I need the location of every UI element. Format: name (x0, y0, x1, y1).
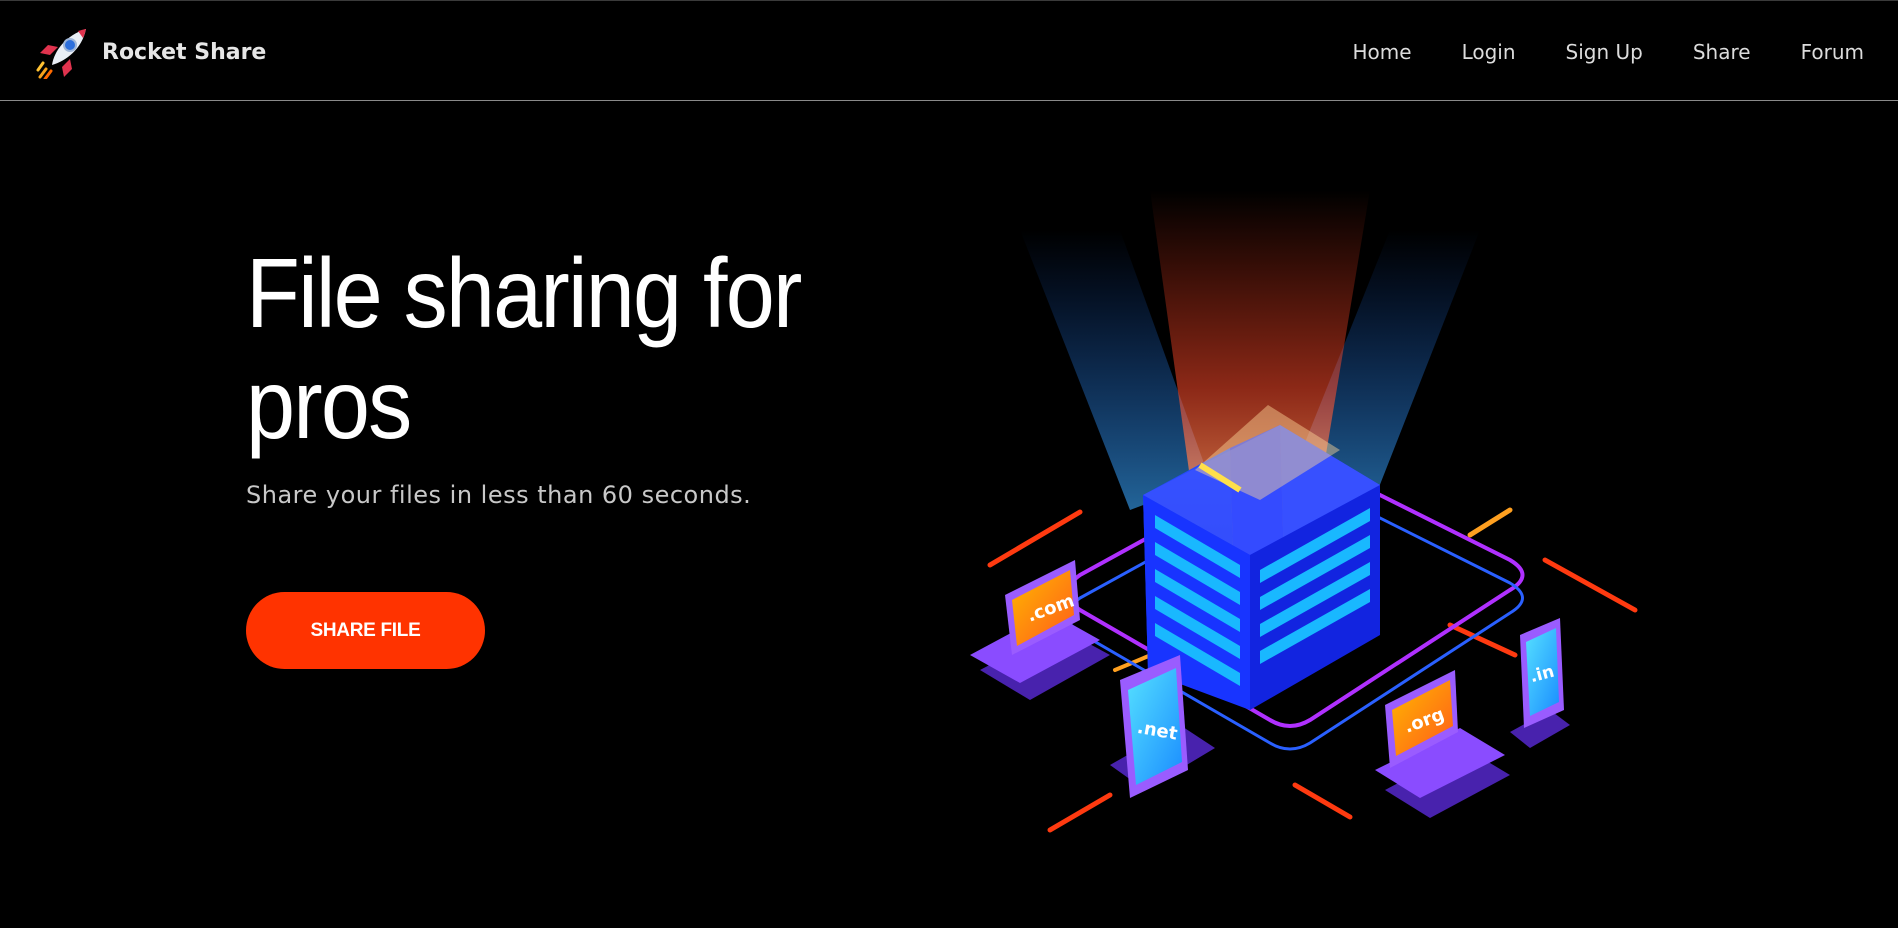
laptop-com: .com (970, 560, 1110, 700)
nav-signup-link[interactable]: Sign Up (1566, 40, 1643, 64)
hero-subtitle: Share your files in less than 60 seconds… (246, 481, 752, 509)
hero-title: File sharing for pros (246, 238, 802, 459)
nav-forum-link[interactable]: Forum (1801, 40, 1864, 64)
navbar: Rocket Share Home Login Sign Up Share Fo… (0, 0, 1898, 101)
nav-share-link[interactable]: Share (1693, 40, 1751, 64)
brand-link[interactable]: Rocket Share (36, 25, 266, 79)
nav-home-link[interactable]: Home (1353, 40, 1412, 64)
rocket-icon (36, 29, 86, 79)
share-file-button[interactable]: SHARE FILE (246, 592, 485, 669)
nav-login-link[interactable]: Login (1462, 40, 1516, 64)
server-network-illustration: .com .net .org .in (970, 190, 1638, 833)
brand-name: Rocket Share (102, 39, 267, 65)
nav-links: Home Login Sign Up Share Forum (1353, 1, 1865, 102)
laptop-org: .org (1375, 670, 1510, 818)
phone-in: .in (1510, 618, 1570, 748)
